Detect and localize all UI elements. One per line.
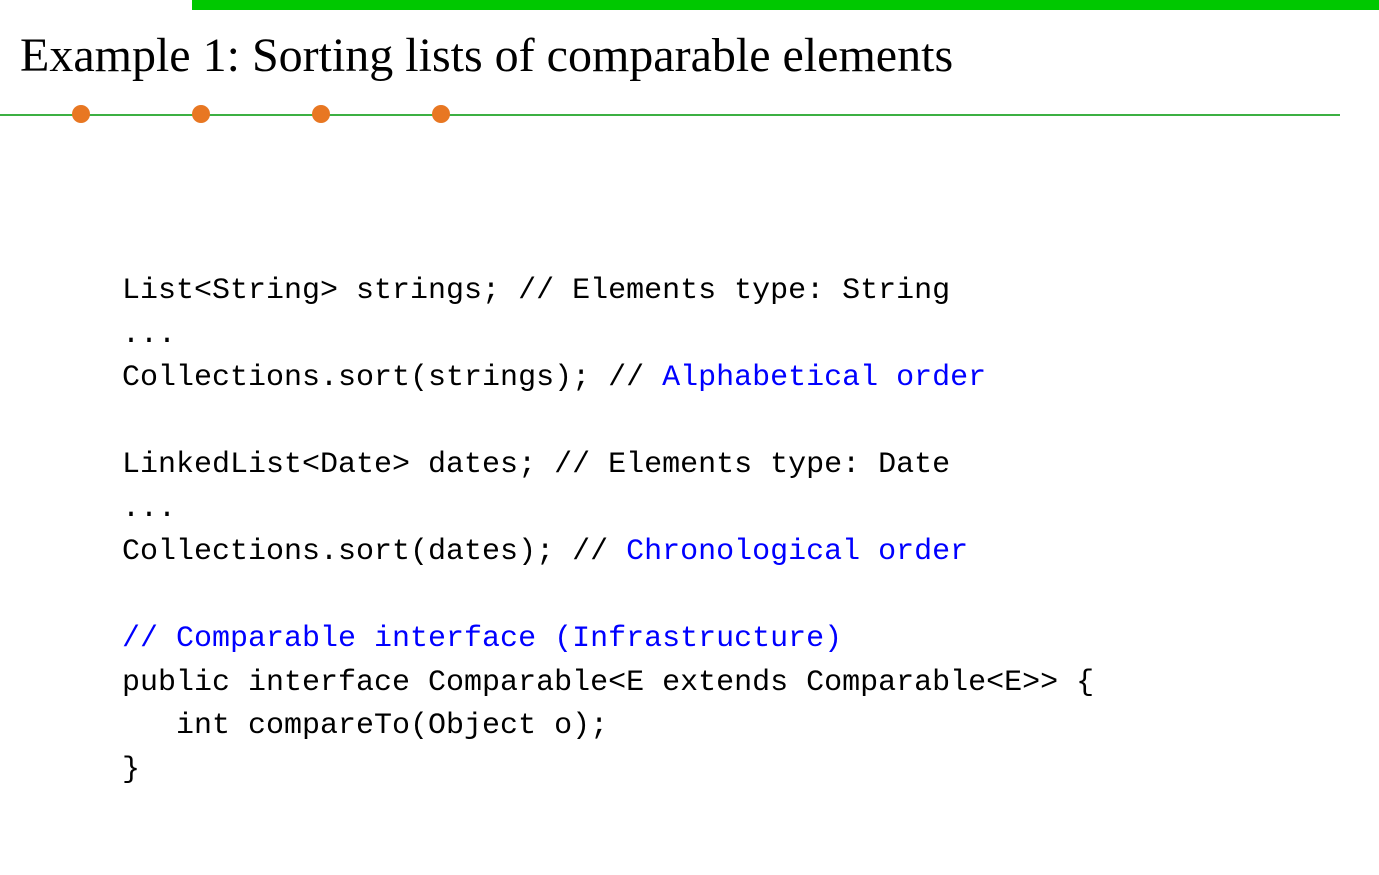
code-block: List<String> strings; // Elements type: … (122, 270, 1094, 792)
code-line: public interface Comparable<E extends Co… (122, 662, 1094, 706)
timeline-dot (432, 105, 450, 123)
timeline-dot (192, 105, 210, 123)
code-line (122, 575, 1094, 619)
code-line: ... (122, 488, 1094, 532)
code-line: Collections.sort(dates); // Chronologica… (122, 531, 1094, 575)
slide-title: Example 1: Sorting lists of comparable e… (20, 28, 953, 83)
code-text: Collections.sort(dates); // (122, 535, 626, 569)
timeline-dot (72, 105, 90, 123)
code-line: // Comparable interface (Infrastructure) (122, 618, 1094, 662)
code-text: Collections.sort(strings); // (122, 361, 662, 395)
code-line: Collections.sort(strings); // Alphabetic… (122, 357, 1094, 401)
code-comment-highlight: Chronological order (626, 535, 968, 569)
top-accent-bar (192, 0, 1379, 10)
timeline-dot (312, 105, 330, 123)
code-line: List<String> strings; // Elements type: … (122, 270, 1094, 314)
code-line: } (122, 749, 1094, 793)
code-line: LinkedList<Date> dates; // Elements type… (122, 444, 1094, 488)
code-text: List<String> strings; // Elements type: … (122, 274, 950, 308)
code-line: int compareTo(Object o); (122, 705, 1094, 749)
code-comment-highlight: Alphabetical order (662, 361, 986, 395)
code-line: ... (122, 314, 1094, 358)
code-line (122, 401, 1094, 445)
